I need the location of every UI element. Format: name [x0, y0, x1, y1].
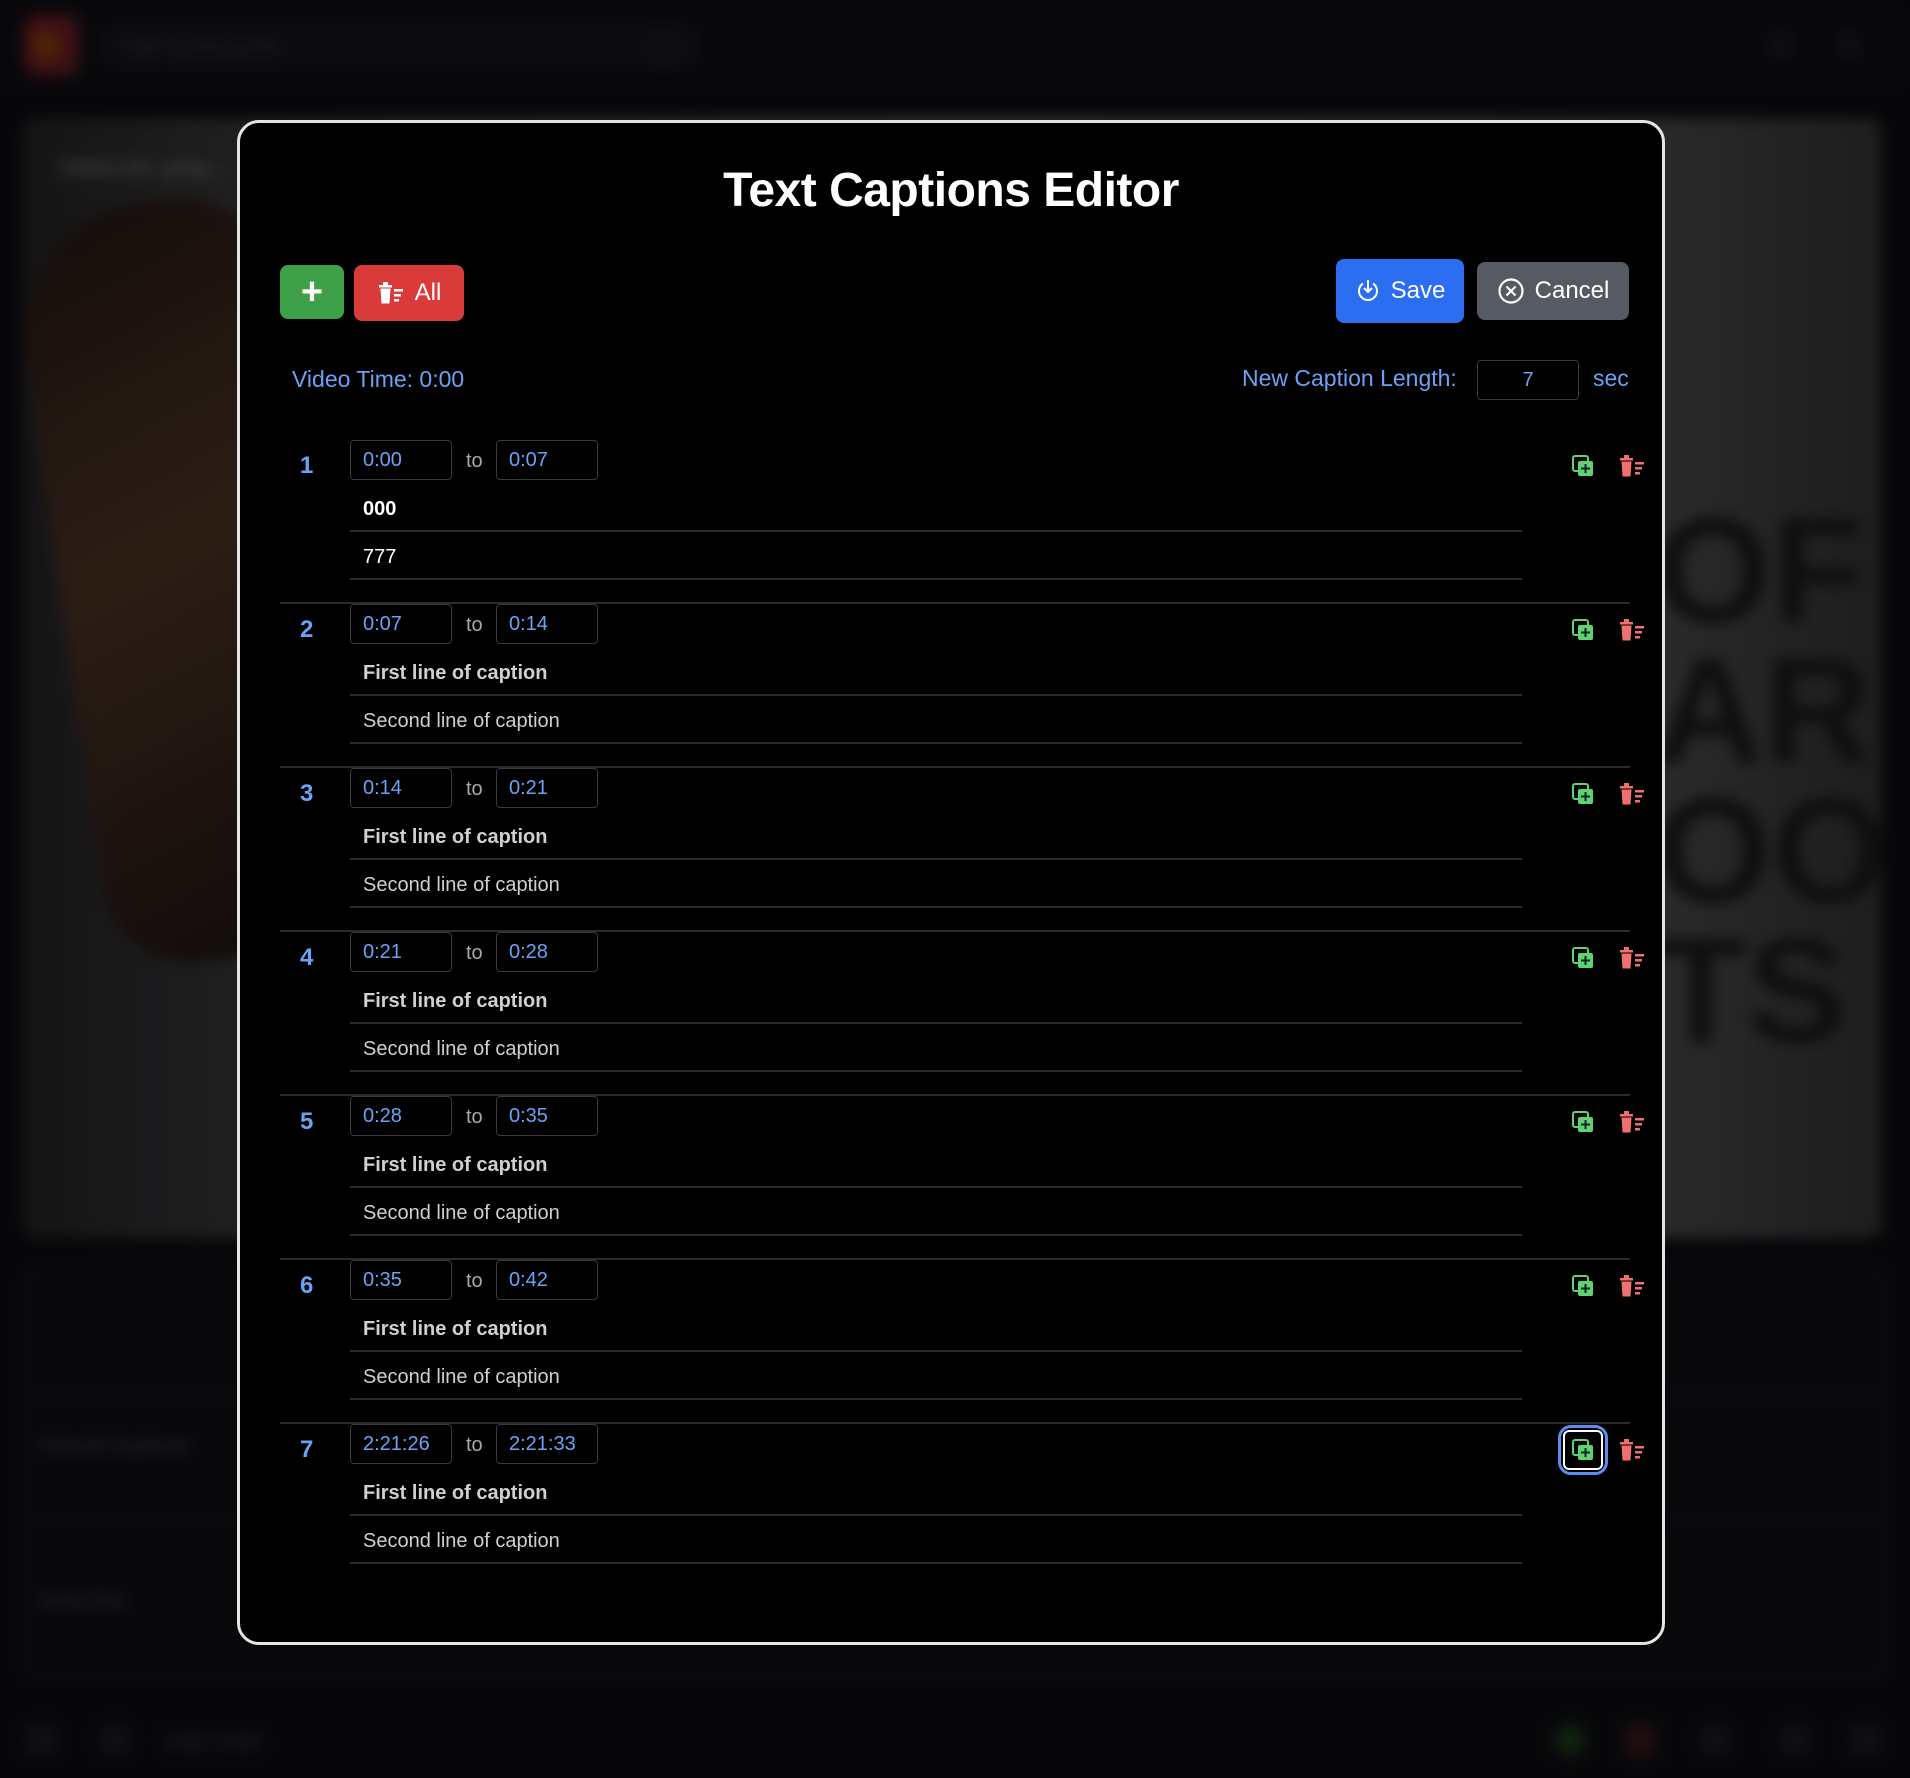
caption-start-time-input[interactable]: [350, 932, 452, 972]
time-separator: to: [466, 778, 483, 800]
caption-line2-input[interactable]: Second line of caption: [350, 1518, 1522, 1564]
cancel-button[interactable]: Cancel: [1477, 262, 1629, 320]
caption-line1-input[interactable]: First line of caption: [350, 978, 1522, 1024]
caption-start-time-input[interactable]: [350, 1424, 452, 1464]
caption-start-time-input[interactable]: [350, 768, 452, 808]
caption-line1-input[interactable]: First line of caption: [350, 814, 1522, 860]
caption-number: 5: [300, 1108, 314, 1135]
cancel-label: Cancel: [1534, 277, 1610, 304]
dialog-title: Text Captions Editor: [723, 164, 1179, 217]
delete-caption-icon[interactable]: [1618, 780, 1646, 808]
caption-number: 4: [300, 944, 314, 971]
delete-all-label: All: [414, 279, 442, 306]
duplicate-caption-icon[interactable]: [1569, 616, 1597, 644]
caption-row: 1 to 000 777: [280, 440, 1644, 604]
caption-line2-input[interactable]: Second line of caption: [350, 1354, 1522, 1400]
duplicate-caption-icon[interactable]: [1558, 1425, 1608, 1475]
caption-line1-input[interactable]: First line of caption: [350, 1306, 1522, 1352]
delete-caption-icon[interactable]: [1618, 616, 1646, 644]
caption-start-time-input[interactable]: [350, 440, 452, 480]
delete-caption-icon[interactable]: [1618, 1108, 1646, 1136]
time-separator: to: [466, 1434, 483, 1456]
delete-caption-icon[interactable]: [1618, 944, 1646, 972]
plus-icon: +: [300, 270, 324, 313]
caption-row: 2 to First line of caption Second line o…: [280, 604, 1644, 768]
caption-number: 7: [300, 1436, 314, 1463]
caption-line1-input[interactable]: First line of caption: [350, 1142, 1522, 1188]
caption-end-time-input[interactable]: [496, 1096, 598, 1136]
time-separator: to: [466, 1270, 483, 1292]
caption-line1-input[interactable]: 000: [350, 486, 1522, 532]
delete-caption-icon[interactable]: [1618, 1272, 1646, 1300]
caption-end-time-input[interactable]: [496, 604, 598, 644]
caption-start-time-input[interactable]: [350, 604, 452, 644]
caption-row: 6 to First line of caption Second line o…: [280, 1260, 1644, 1424]
caption-start-time-input[interactable]: [350, 1260, 452, 1300]
new-caption-length-label: New Caption Length:: [1242, 365, 1457, 391]
caption-line2-input[interactable]: 777: [350, 534, 1522, 580]
caption-line2-input[interactable]: Second line of caption: [350, 1190, 1522, 1236]
duplicate-caption-icon[interactable]: [1569, 1272, 1597, 1300]
time-separator: to: [466, 942, 483, 964]
caption-number: 1: [300, 452, 314, 479]
duplicate-caption-icon[interactable]: [1569, 944, 1597, 972]
caption-number: 6: [300, 1272, 314, 1299]
caption-line2-input[interactable]: Second line of caption: [350, 698, 1522, 744]
caption-line1-input[interactable]: First line of caption: [350, 650, 1522, 696]
new-caption-length-input[interactable]: [1477, 360, 1579, 400]
text-captions-editor-dialog: Text Captions Editor + All Save Cancel V…: [237, 120, 1665, 1645]
caption-end-time-input[interactable]: [496, 932, 598, 972]
caption-row: 5 to First line of caption Second line o…: [280, 1096, 1644, 1260]
delete-all-captions-button[interactable]: All: [354, 265, 464, 321]
time-separator: to: [466, 1106, 483, 1128]
duplicate-caption-icon[interactable]: [1569, 780, 1597, 808]
save-button[interactable]: Save: [1336, 259, 1464, 323]
new-caption-length-unit: sec: [1593, 365, 1629, 391]
caption-number: 3: [300, 780, 314, 807]
caption-row: 3 to First line of caption Second line o…: [280, 768, 1644, 932]
delete-caption-icon[interactable]: [1618, 452, 1646, 480]
duplicate-caption-icon[interactable]: [1569, 452, 1597, 480]
video-time-label: Video Time: 0:00: [292, 366, 465, 392]
caption-end-time-input[interactable]: [496, 1424, 598, 1464]
save-download-icon: [1355, 278, 1381, 304]
caption-start-time-input[interactable]: [350, 1096, 452, 1136]
caption-end-time-input[interactable]: [496, 440, 598, 480]
duplicate-caption-icon[interactable]: [1569, 1108, 1597, 1136]
add-caption-button[interactable]: +: [280, 265, 344, 319]
caption-number: 2: [300, 616, 314, 643]
time-separator: to: [466, 450, 483, 472]
caption-line2-input[interactable]: Second line of caption: [350, 1026, 1522, 1072]
cancel-circle-x-icon: [1497, 277, 1525, 305]
caption-line2-input[interactable]: Second line of caption: [350, 862, 1522, 908]
trash-icon: [377, 280, 405, 306]
caption-end-time-input[interactable]: [496, 768, 598, 808]
delete-caption-icon[interactable]: [1618, 1436, 1646, 1464]
caption-row: 4 to First line of caption Second line o…: [280, 932, 1644, 1096]
caption-end-time-input[interactable]: [496, 1260, 598, 1300]
caption-row: 7 to First line of caption Second line o…: [280, 1424, 1644, 1588]
time-separator: to: [466, 614, 483, 636]
caption-line1-input[interactable]: First line of caption: [350, 1470, 1522, 1516]
save-label: Save: [1390, 277, 1446, 304]
